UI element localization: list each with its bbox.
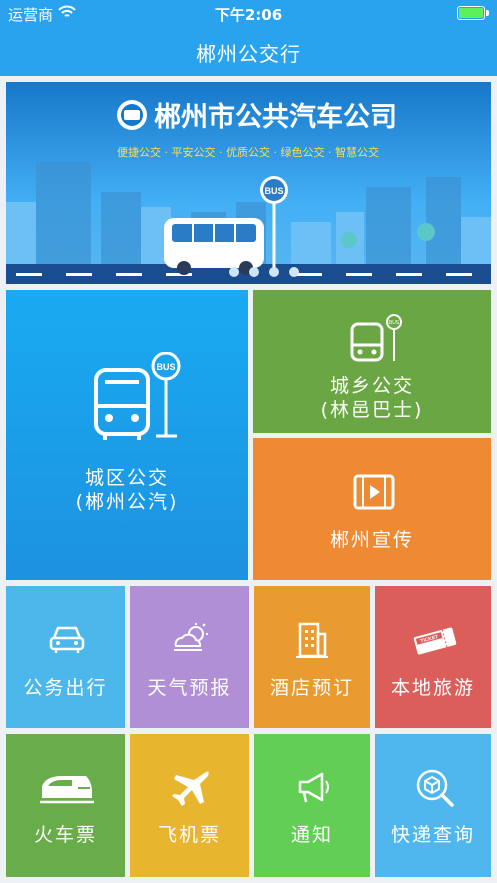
tourism-label: 本地旅游	[390, 677, 475, 699]
official-travel-tile[interactable]: 公务出行	[6, 586, 125, 728]
video-icon	[353, 474, 395, 510]
rural-bus-tile[interactable]: BUS 城乡公交 (林邑巴士)	[253, 290, 491, 433]
promo-label: 郴州宣传	[329, 529, 414, 551]
notice-label: 通知	[290, 824, 333, 846]
parcel-search-icon	[416, 769, 454, 807]
train-ticket-label: 火车票	[33, 824, 97, 846]
rural-bus-sublabel: (林邑巴士)	[320, 399, 424, 421]
airplane-icon	[172, 771, 209, 806]
express-query-label: 快递查询	[390, 824, 475, 846]
bus-stop-sign-text: BUS	[264, 186, 283, 196]
clock: 下午2:06	[214, 6, 283, 24]
promo-tile[interactable]: 郴州宣传	[253, 438, 491, 580]
city-bus-sublabel: (郴州公汽)	[75, 491, 179, 513]
car-icon	[49, 626, 85, 653]
company-logo	[117, 100, 147, 130]
official-travel-label: 公务出行	[23, 677, 108, 699]
flight-ticket-label: 飞机票	[157, 824, 221, 846]
flight-ticket-tile[interactable]: 飞机票	[130, 734, 249, 877]
hotel-tile[interactable]: 酒店预订	[254, 586, 370, 728]
weather-label: 天气预报	[147, 677, 232, 699]
express-query-tile[interactable]: 快递查询	[375, 734, 491, 877]
navigation-bar: 郴州公交行	[0, 26, 497, 76]
tourism-tile[interactable]: TICKET 本地旅游	[375, 586, 491, 728]
ticket-icon: TICKET	[413, 627, 457, 655]
battery-icon	[457, 6, 489, 20]
banner-slogan: 便捷公交 · 平安公交 · 优质公交 · 绿色公交 · 智慧公交	[117, 145, 379, 159]
notice-tile[interactable]: 通知	[254, 734, 370, 877]
company-name: 郴州市公共汽车公司	[154, 101, 397, 133]
city-bus-sign-text: BUS	[156, 362, 175, 372]
bus-stop-icon: BUS	[350, 314, 402, 362]
train-icon	[40, 776, 94, 804]
train-ticket-tile[interactable]: 火车票	[6, 734, 125, 877]
status-bar: 运营商 下午2:06	[0, 0, 497, 26]
page-title: 郴州公交行	[196, 42, 301, 66]
building-icon	[296, 622, 328, 658]
megaphone-icon	[298, 772, 329, 803]
city-bus-tile[interactable]: BUS 城区公交 (郴州公汽)	[6, 290, 248, 580]
hotel-label: 酒店预订	[269, 677, 354, 699]
rural-bus-sign-text: BUS	[389, 320, 400, 326]
weather-tile[interactable]: 天气预报	[130, 586, 249, 728]
rural-bus-label: 城乡公交	[329, 375, 414, 397]
city-bus-label: 城区公交	[84, 467, 169, 489]
banner-illustration: BUS 郴州市公共汽车公司 便捷公交 · 平安公交 · 优质公交 · 绿色公交 …	[6, 100, 491, 284]
weather-icon	[174, 623, 208, 651]
bus-illustration	[164, 218, 264, 275]
bus-stop-icon: BUS	[94, 352, 181, 440]
banner[interactable]: BUS 郴州市公共汽车公司 便捷公交 · 平安公交 · 优质公交 · 绿色公交 …	[6, 82, 491, 284]
